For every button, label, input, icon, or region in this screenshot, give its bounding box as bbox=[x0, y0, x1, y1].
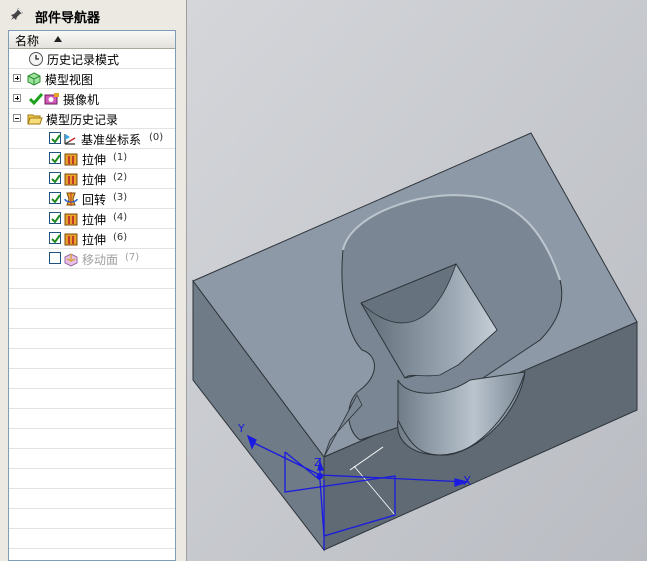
model-views-icon bbox=[27, 72, 41, 86]
feature-number: (4) bbox=[113, 212, 128, 223]
tree-item-extrude-2[interactable]: 拉伸 (2) bbox=[9, 169, 175, 189]
tree-item-label: 基准坐标系 bbox=[81, 133, 142, 147]
pin-icon[interactable] bbox=[10, 7, 24, 21]
visibility-checkbox[interactable] bbox=[49, 232, 61, 244]
expand-icon[interactable] bbox=[13, 94, 21, 102]
tree-empty-row bbox=[9, 269, 175, 289]
sort-ascending-icon bbox=[54, 36, 62, 42]
tree-item-revolve-3[interactable]: 回转 (3) bbox=[9, 189, 175, 209]
tree-item-label: 移动面 bbox=[82, 253, 119, 267]
tree-item-history-mode[interactable]: 历史记录模式 bbox=[9, 49, 175, 69]
part-navigator-panel: 部件导航器 名称 历史记录模式 模型视图 摄像机 模型历史记录 基准坐标系 (0… bbox=[0, 0, 187, 561]
feature-number: (2) bbox=[113, 172, 128, 183]
folder-open-icon bbox=[27, 114, 43, 125]
expand-icon[interactable] bbox=[13, 74, 21, 82]
tree-item-label: 回转 bbox=[82, 193, 107, 207]
tree-empty-row bbox=[9, 469, 175, 489]
extrude-icon bbox=[64, 173, 78, 186]
move-face-icon bbox=[64, 253, 78, 267]
navigator-tree[interactable]: 名称 历史记录模式 模型视图 摄像机 模型历史记录 基准坐标系 (0) 拉伸 (… bbox=[8, 30, 176, 561]
tree-item-cameras[interactable]: 摄像机 bbox=[9, 89, 175, 109]
tree-empty-row bbox=[9, 429, 175, 449]
visibility-checkbox[interactable] bbox=[49, 172, 61, 184]
tree-item-extrude-4[interactable]: 拉伸 (4) bbox=[9, 209, 175, 229]
collapse-icon[interactable] bbox=[13, 114, 21, 122]
revolve-icon bbox=[64, 192, 78, 206]
tree-item-label: 拉伸 bbox=[82, 153, 107, 167]
tree-item-model-history[interactable]: 模型历史记录 bbox=[9, 109, 175, 129]
tree-empty-row bbox=[9, 529, 175, 549]
y-axis-label: Y bbox=[237, 422, 245, 435]
column-header-label: 名称 bbox=[15, 34, 40, 48]
tree-empty-row bbox=[9, 349, 175, 369]
tree-item-datum-csys[interactable]: 基准坐标系 (0) bbox=[9, 129, 175, 149]
feature-number: (1) bbox=[113, 152, 128, 163]
extrude-icon bbox=[64, 233, 78, 246]
visibility-checkbox[interactable] bbox=[49, 132, 61, 144]
navigator-title: 部件导航器 bbox=[35, 11, 101, 26]
tree-empty-row bbox=[9, 289, 175, 309]
visibility-checkbox[interactable] bbox=[49, 192, 61, 204]
graphics-viewport[interactable]: X Y Z bbox=[187, 0, 647, 561]
visibility-checkbox[interactable] bbox=[49, 152, 61, 164]
x-axis-label: X bbox=[463, 474, 471, 488]
feature-number: (7) bbox=[125, 252, 140, 263]
z-axis-label: Z bbox=[314, 456, 322, 469]
extrude-icon bbox=[64, 213, 78, 226]
tree-empty-row bbox=[9, 389, 175, 409]
tree-item-move-face-7[interactable]: 移动面 (7) bbox=[9, 249, 175, 269]
tree-item-extrude-1[interactable]: 拉伸 (1) bbox=[9, 149, 175, 169]
tree-empty-row bbox=[9, 449, 175, 469]
tree-item-label: 历史记录模式 bbox=[47, 53, 120, 67]
feature-number: (3) bbox=[113, 192, 128, 203]
datum-csys-icon bbox=[64, 134, 76, 145]
column-header-name[interactable]: 名称 bbox=[9, 31, 175, 49]
tree-item-label: 拉伸 bbox=[82, 233, 107, 247]
tree-item-extrude-6[interactable]: 拉伸 (6) bbox=[9, 229, 175, 249]
tree-item-model-views[interactable]: 模型视图 bbox=[9, 69, 175, 89]
tree-empty-row bbox=[9, 409, 175, 429]
camera-icon bbox=[44, 93, 59, 105]
tree-empty-row bbox=[9, 509, 175, 529]
extrude-icon bbox=[64, 153, 78, 166]
tree-empty-row bbox=[9, 489, 175, 509]
navigator-title-bar: 部件导航器 bbox=[0, 0, 186, 30]
tree-empty-row bbox=[9, 369, 175, 389]
tree-item-label: 拉伸 bbox=[82, 173, 107, 187]
tree-item-label: 摄像机 bbox=[63, 93, 100, 107]
tree-item-label: 模型视图 bbox=[45, 73, 94, 87]
visibility-checkbox[interactable] bbox=[49, 252, 61, 264]
tree-item-label: 模型历史记录 bbox=[46, 113, 119, 127]
feature-number: (6) bbox=[113, 232, 128, 243]
feature-number: (0) bbox=[149, 132, 164, 143]
origin-point[interactable] bbox=[316, 472, 324, 480]
tree-empty-row bbox=[9, 329, 175, 349]
tree-item-label: 拉伸 bbox=[82, 213, 107, 227]
visibility-checkbox[interactable] bbox=[49, 212, 61, 224]
clock-icon bbox=[29, 52, 43, 66]
green-check-icon bbox=[28, 93, 44, 106]
tree-empty-row bbox=[9, 309, 175, 329]
